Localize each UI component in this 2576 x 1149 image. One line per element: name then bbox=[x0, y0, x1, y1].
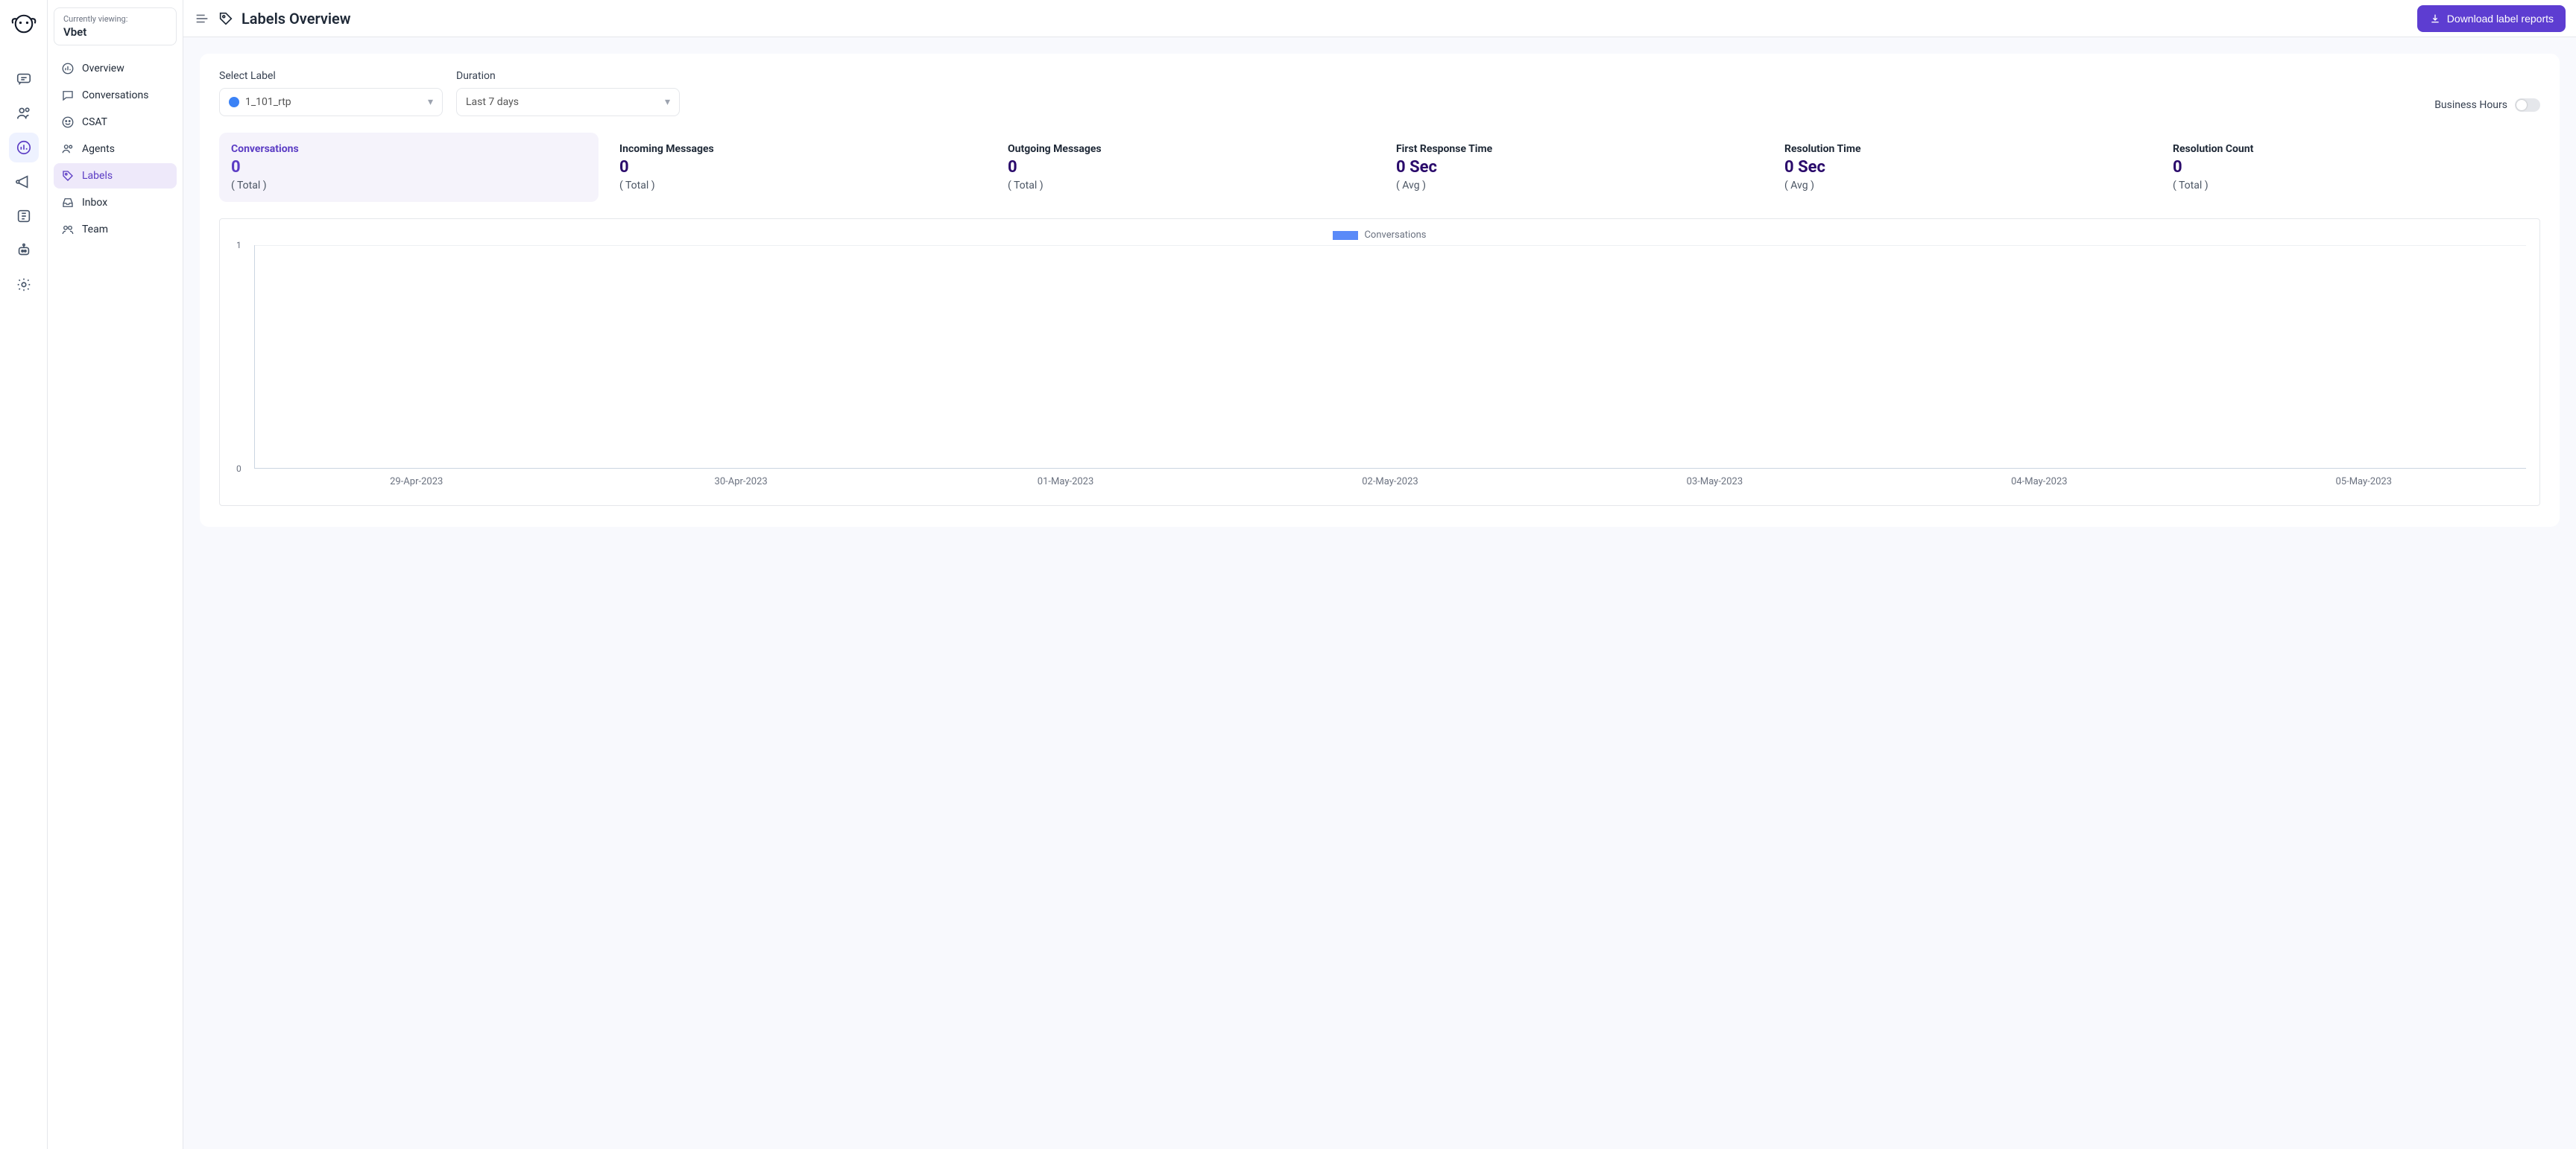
rail-conversations-icon[interactable] bbox=[9, 64, 39, 94]
stat-sub: ( Total ) bbox=[2173, 180, 2528, 192]
team-icon bbox=[61, 223, 75, 236]
sidebar-item-label: Overview bbox=[82, 63, 124, 75]
xtick: 29-Apr-2023 bbox=[254, 476, 578, 487]
tag-icon bbox=[61, 169, 75, 183]
sidebar-item-agents[interactable]: Agents bbox=[54, 136, 177, 162]
tag-icon bbox=[218, 10, 234, 27]
sidebar-item-team[interactable]: Team bbox=[54, 217, 177, 242]
duration-value: Last 7 days bbox=[466, 96, 519, 108]
report-panel: Select Label 1_101_rtp ▾ Duration Last 7… bbox=[200, 54, 2560, 527]
gridline bbox=[254, 245, 2526, 246]
download-icon bbox=[2429, 13, 2441, 25]
sidebar-item-label: Inbox bbox=[82, 197, 107, 209]
y-axis bbox=[254, 245, 255, 469]
duration-dropdown[interactable]: Last 7 days ▾ bbox=[456, 88, 680, 116]
x-axis bbox=[254, 468, 2526, 469]
sidebar-item-inbox[interactable]: Inbox bbox=[54, 190, 177, 215]
business-hours-label: Business Hours bbox=[2434, 99, 2507, 111]
legend-swatch-icon bbox=[1333, 231, 1358, 240]
sidebar-item-label: Agents bbox=[82, 143, 115, 155]
rail-bot-icon[interactable] bbox=[9, 235, 39, 265]
stat-title: Resolution Count bbox=[2173, 143, 2528, 155]
chat-icon bbox=[61, 89, 75, 102]
stat-title: Resolution Time bbox=[1784, 143, 2140, 155]
main: Labels Overview Download label reports S… bbox=[183, 0, 2576, 1149]
select-label-dropdown[interactable]: 1_101_rtp ▾ bbox=[219, 88, 443, 116]
org-switcher[interactable]: Currently viewing: Vbet bbox=[54, 7, 177, 45]
business-hours-toggle[interactable] bbox=[2515, 98, 2540, 112]
label-color-dot-icon bbox=[229, 97, 239, 107]
select-label-value: 1_101_rtp bbox=[245, 96, 291, 108]
page-title: Labels Overview bbox=[242, 10, 351, 28]
select-label-field-label: Select Label bbox=[219, 70, 443, 82]
stat-title: Conversations bbox=[231, 143, 587, 155]
ytick: 1 bbox=[236, 240, 242, 250]
stat-sub: ( Total ) bbox=[231, 180, 587, 192]
xtick: 30-Apr-2023 bbox=[578, 476, 903, 487]
stat-sub: ( Avg ) bbox=[1396, 180, 1752, 192]
stat-sub: ( Total ) bbox=[1008, 180, 1363, 192]
rail-settings-icon[interactable] bbox=[9, 270, 39, 300]
brand-logo-icon bbox=[10, 10, 37, 37]
chart-legend: Conversations bbox=[233, 230, 2526, 241]
stat-title: Incoming Messages bbox=[619, 143, 975, 155]
smile-icon bbox=[61, 115, 75, 129]
stat-value: 0 Sec bbox=[1396, 158, 1752, 177]
stat-value: 0 bbox=[1008, 158, 1363, 177]
sidebar-item-label: CSAT bbox=[82, 116, 107, 128]
download-report-button[interactable]: Download label reports bbox=[2417, 5, 2566, 32]
sidebar-item-labels[interactable]: Labels bbox=[54, 163, 177, 189]
sidebar-item-overview[interactable]: Overview bbox=[54, 56, 177, 81]
stat-outgoing[interactable]: Outgoing Messages 0 ( Total ) bbox=[996, 133, 1375, 202]
sidebar-item-label: Team bbox=[82, 224, 108, 235]
stat-value: 0 bbox=[2173, 158, 2528, 177]
stat-first-response[interactable]: First Response Time 0 Sec ( Avg ) bbox=[1384, 133, 1764, 202]
sidebar-toggle-icon[interactable] bbox=[194, 10, 210, 27]
topbar: Labels Overview Download label reports bbox=[183, 0, 2576, 37]
ytick: 0 bbox=[236, 463, 242, 474]
x-ticks: 29-Apr-2023 30-Apr-2023 01-May-2023 02-M… bbox=[254, 476, 2526, 487]
stat-sub: ( Total ) bbox=[619, 180, 975, 192]
chevron-down-icon: ▾ bbox=[665, 96, 670, 108]
inbox-icon bbox=[61, 196, 75, 209]
stat-resolution-count[interactable]: Resolution Count 0 ( Total ) bbox=[2161, 133, 2540, 202]
stat-title: First Response Time bbox=[1396, 143, 1752, 155]
chart-plot-area: 1 0 bbox=[254, 245, 2526, 469]
rail-helpcenter-icon[interactable] bbox=[9, 201, 39, 231]
chart: Conversations 1 0 29-Apr-2023 30-Apr-202… bbox=[219, 218, 2540, 506]
users-icon bbox=[61, 142, 75, 156]
stat-sub: ( Avg ) bbox=[1784, 180, 2140, 192]
stat-conversations[interactable]: Conversations 0 ( Total ) bbox=[219, 133, 599, 202]
sidebar-item-label: Conversations bbox=[82, 89, 148, 101]
rail-contacts-icon[interactable] bbox=[9, 98, 39, 128]
stat-value: 0 bbox=[619, 158, 975, 177]
xtick: 01-May-2023 bbox=[903, 476, 1228, 487]
sidebar: Currently viewing: Vbet Overview Convers… bbox=[48, 0, 183, 1149]
xtick: 03-May-2023 bbox=[1553, 476, 1877, 487]
stat-title: Outgoing Messages bbox=[1008, 143, 1363, 155]
stat-value: 0 Sec bbox=[1784, 158, 2140, 177]
chevron-down-icon: ▾ bbox=[428, 96, 433, 108]
download-button-label: Download label reports bbox=[2447, 13, 2554, 25]
icon-rail bbox=[0, 0, 48, 1149]
org-viewing-label: Currently viewing: bbox=[63, 14, 167, 24]
legend-label: Conversations bbox=[1364, 230, 1426, 241]
stat-incoming[interactable]: Incoming Messages 0 ( Total ) bbox=[607, 133, 987, 202]
chart-pie-icon bbox=[61, 62, 75, 75]
xtick: 04-May-2023 bbox=[1877, 476, 2201, 487]
xtick: 02-May-2023 bbox=[1228, 476, 1552, 487]
rail-campaigns-icon[interactable] bbox=[9, 167, 39, 197]
xtick: 05-May-2023 bbox=[2202, 476, 2526, 487]
sidebar-item-label: Labels bbox=[82, 170, 113, 182]
duration-field-label: Duration bbox=[456, 70, 680, 82]
rail-reports-icon[interactable] bbox=[9, 133, 39, 162]
sidebar-item-conversations[interactable]: Conversations bbox=[54, 83, 177, 108]
sidebar-item-csat[interactable]: CSAT bbox=[54, 110, 177, 135]
stats-row: Conversations 0 ( Total ) Incoming Messa… bbox=[219, 133, 2540, 202]
stat-value: 0 bbox=[231, 158, 587, 177]
org-name: Vbet bbox=[63, 25, 167, 39]
stat-resolution-time[interactable]: Resolution Time 0 Sec ( Avg ) bbox=[1772, 133, 2152, 202]
